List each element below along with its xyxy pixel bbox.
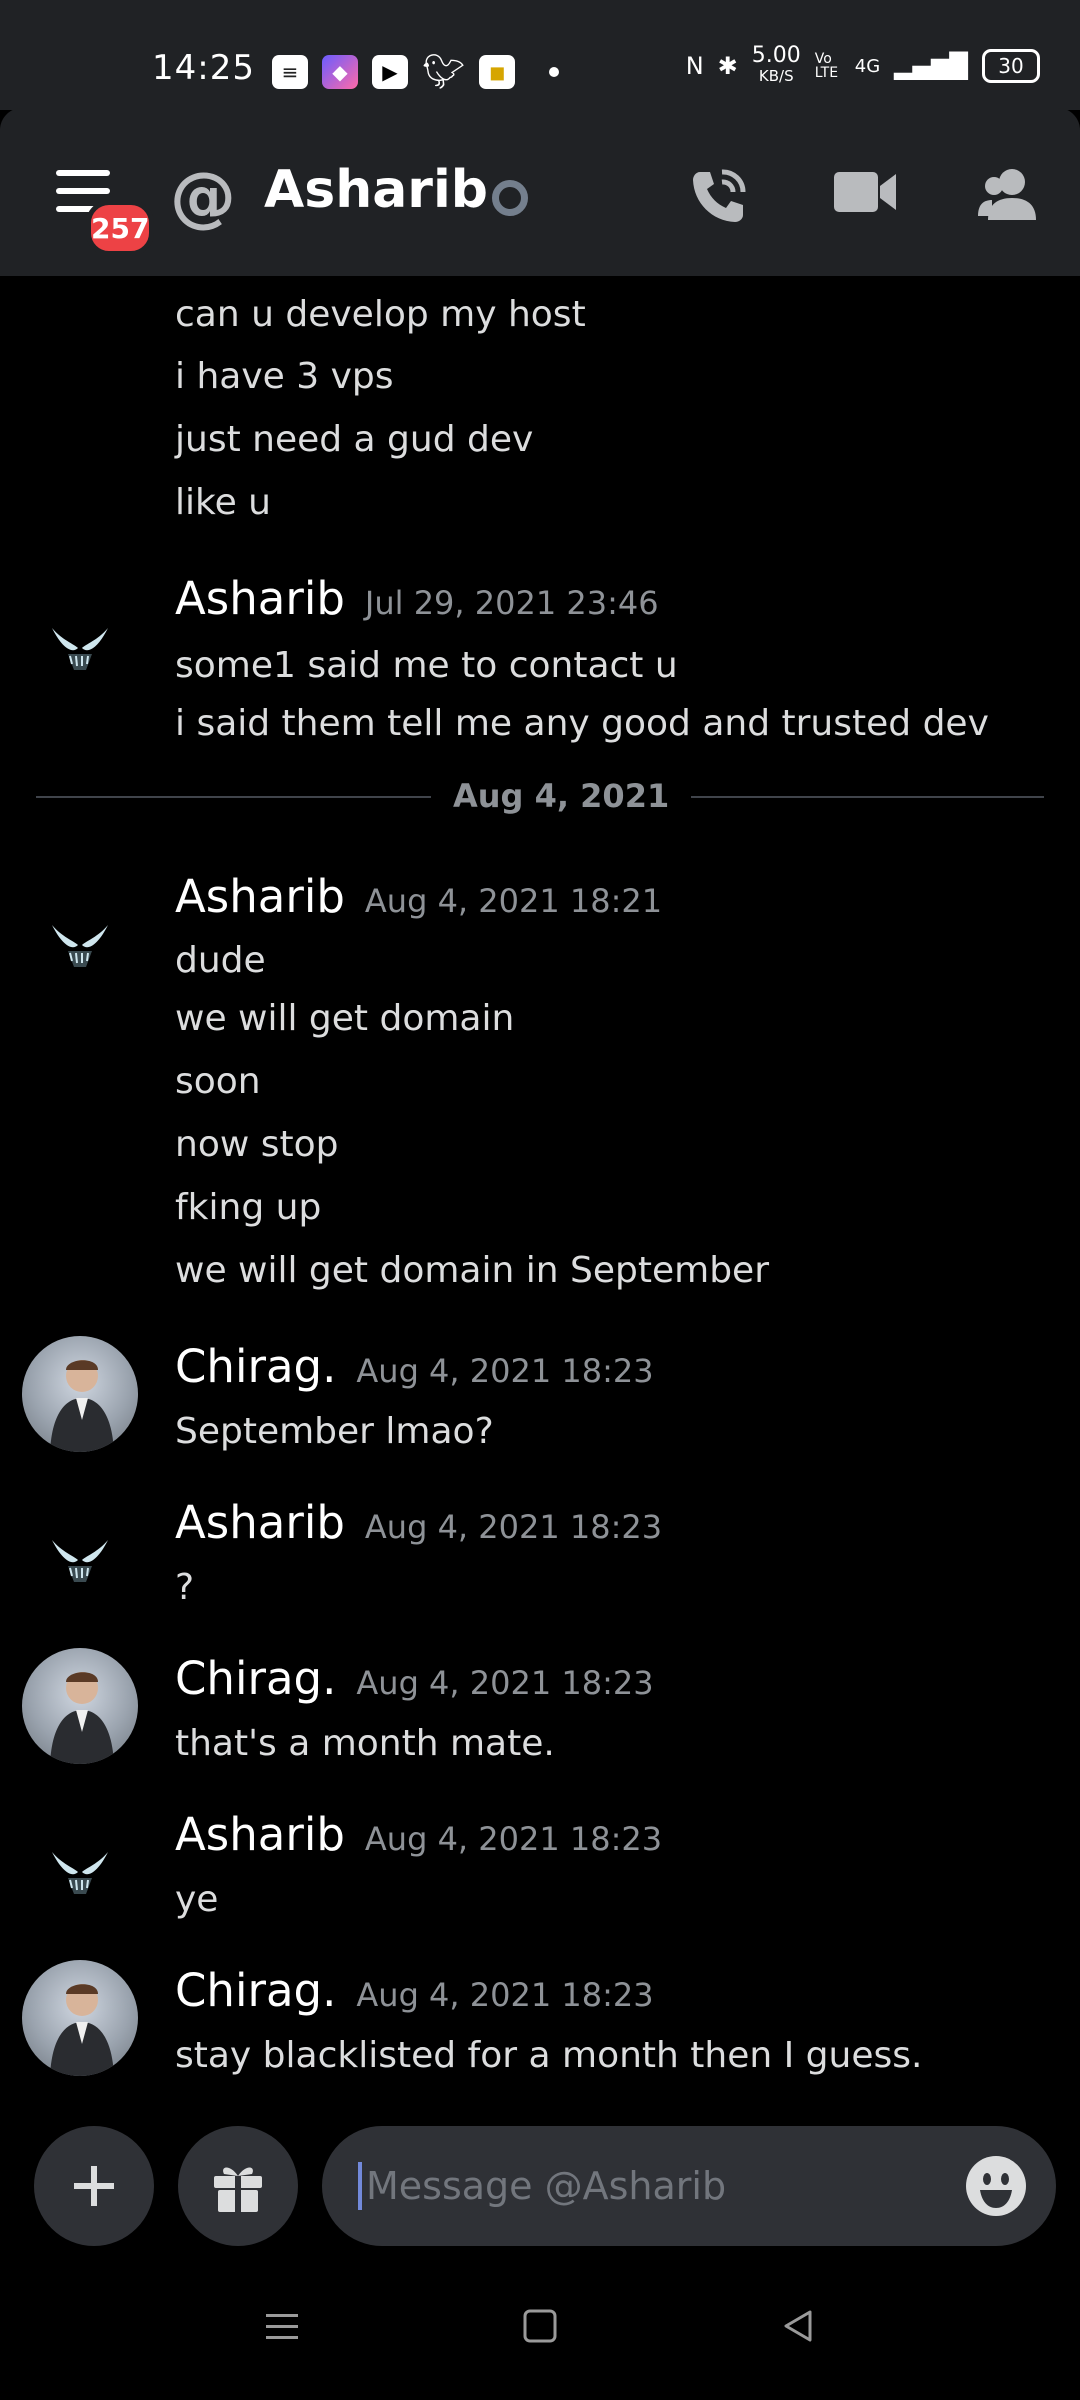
gift-icon <box>214 2167 262 2212</box>
more-notifications-dot <box>549 67 560 77</box>
status-right-icons: N ✱ 5.00 KB/S Vo LTE 4G ▂▄▆█ 30 <box>685 43 1040 86</box>
person-avatar-icon <box>50 1360 114 1452</box>
author-name: Asharib <box>175 1496 345 1549</box>
avatar[interactable] <box>22 1808 138 1924</box>
channel-title: Asharib <box>264 160 488 220</box>
battery-level: 30 <box>998 54 1024 78</box>
message-author[interactable]: Asharib Aug 4, 2021 18:23 <box>175 1808 662 1861</box>
message-author[interactable]: Asharib Aug 4, 2021 18:23 <box>175 1496 662 1549</box>
battery-icon: 30 <box>982 49 1040 83</box>
message-timestamp: Aug 4, 2021 18:21 <box>364 882 663 920</box>
message-input-placeholder: Message @Asharib <box>366 2164 727 2208</box>
voice-call-icon[interactable] <box>686 166 750 226</box>
venom-avatar-icon <box>52 1852 108 1894</box>
author-name: Chirag. <box>175 1652 337 1705</box>
date-divider-label: Aug 4, 2021 <box>431 777 692 815</box>
message-text: September lmao? <box>175 1411 494 1452</box>
person-avatar-icon <box>50 1984 114 2076</box>
avatar[interactable] <box>22 1960 138 2076</box>
message-text: ye <box>175 1879 219 1920</box>
plus-icon <box>74 2166 114 2206</box>
back-nav-icon[interactable] <box>778 2306 818 2346</box>
message-text: i have 3 vps <box>175 356 394 397</box>
message-text: can u develop my host <box>175 294 586 335</box>
message-timestamp: Aug 4, 2021 18:23 <box>356 1664 654 1702</box>
author-name: Asharib <box>175 572 345 625</box>
status-time: 14:25 <box>152 48 255 88</box>
message-author[interactable]: Chirag. Aug 4, 2021 18:23 <box>175 1964 654 2017</box>
message-text: we will get domain in September <box>175 1250 769 1291</box>
avatar[interactable] <box>22 584 138 700</box>
message-composer: Message @Asharib <box>0 2116 1080 2256</box>
twitter-icon: 🐦︎ <box>422 52 466 92</box>
message-timestamp: Aug 4, 2021 18:23 <box>356 1352 654 1390</box>
avatar[interactable] <box>22 1496 138 1612</box>
message-author[interactable]: Asharib Jul 29, 2021 23:46 <box>175 572 659 625</box>
system-nav-bar <box>0 2256 1080 2400</box>
message-text: just need a gud dev <box>175 419 534 460</box>
author-name: Chirag. <box>175 1340 337 1393</box>
message-text: like u <box>175 482 271 523</box>
message-text: fking up <box>175 1187 322 1228</box>
network-speed: 5.00 KB/S <box>751 43 801 86</box>
video-call-icon[interactable] <box>832 166 898 218</box>
message-list[interactable]: can u develop my host i have 3 vps just … <box>0 276 1080 2116</box>
message-author[interactable]: Chirag. Aug 4, 2021 18:23 <box>175 1652 654 1705</box>
member-list-icon[interactable] <box>976 166 1042 222</box>
unread-badge: 257 <box>86 200 155 256</box>
message-input[interactable]: Message @Asharib <box>322 2126 1056 2246</box>
nfc-icon: N <box>685 52 704 80</box>
venom-avatar-icon <box>52 628 108 670</box>
recents-nav-icon[interactable] <box>262 2306 302 2346</box>
bluetooth-icon: ✱ <box>717 52 738 80</box>
author-name: Asharib <box>175 1808 345 1861</box>
author-name: Asharib <box>175 870 345 923</box>
network-type: 4G <box>854 55 881 77</box>
at-icon: @ <box>170 158 236 235</box>
venom-avatar-icon <box>52 1540 108 1582</box>
status-bar: 14:25 ≡ ◆ ▶ 🐦︎ ◼ N ✱ 5.00 KB/S Vo LTE 4G… <box>0 0 1080 110</box>
message-text: ? <box>175 1567 195 1608</box>
text-caret <box>358 2162 362 2210</box>
notification-icons: ≡ ◆ ▶ 🐦︎ ◼ <box>272 52 560 92</box>
channel-header: 257 @ Asharib <box>0 108 1080 276</box>
home-nav-icon[interactable] <box>520 2306 560 2346</box>
venom-avatar-icon <box>52 925 108 967</box>
emoji-icon[interactable] <box>964 2154 1028 2218</box>
message-text: stay blacklisted for a month then I gues… <box>175 2035 923 2076</box>
app-icon: ◆ <box>322 55 358 89</box>
attach-button[interactable] <box>34 2126 154 2246</box>
avatar[interactable] <box>22 881 138 997</box>
message-text: now stop <box>175 1124 339 1165</box>
avatar[interactable] <box>22 1336 138 1452</box>
volte-label: Vo LTE <box>814 51 839 81</box>
message-author[interactable]: Chirag. Aug 4, 2021 18:23 <box>175 1340 654 1393</box>
message-author[interactable]: Asharib Aug 4, 2021 18:21 <box>175 870 662 923</box>
message-text: dude <box>175 940 266 981</box>
message-text: that's a month mate. <box>175 1723 555 1764</box>
speed-unit: KB/S <box>758 67 794 85</box>
message-timestamp: Aug 4, 2021 18:23 <box>364 1820 663 1858</box>
signal-icon: ▂▄▆█ <box>894 52 968 80</box>
message-text: soon <box>175 1061 261 1102</box>
message-text: some1 said me to contact u <box>175 645 678 686</box>
app-notification-icon: ◼ <box>479 55 516 89</box>
messages-app-icon: ≡ <box>272 55 308 89</box>
message-timestamp: Aug 4, 2021 18:23 <box>356 1976 654 2014</box>
avatar[interactable] <box>22 1648 138 1764</box>
message-timestamp: Jul 29, 2021 23:46 <box>364 584 659 622</box>
youtube-icon: ▶ <box>372 55 408 89</box>
presence-status-icon <box>492 180 528 216</box>
message-text: i said them tell me any good and trusted… <box>175 703 989 744</box>
person-avatar-icon <box>50 1672 114 1764</box>
message-text: we will get domain <box>175 998 515 1039</box>
message-timestamp: Aug 4, 2021 18:23 <box>364 1508 663 1546</box>
speed-value: 5.00 <box>751 43 801 68</box>
author-name: Chirag. <box>175 1964 337 2017</box>
gift-button[interactable] <box>178 2126 298 2246</box>
